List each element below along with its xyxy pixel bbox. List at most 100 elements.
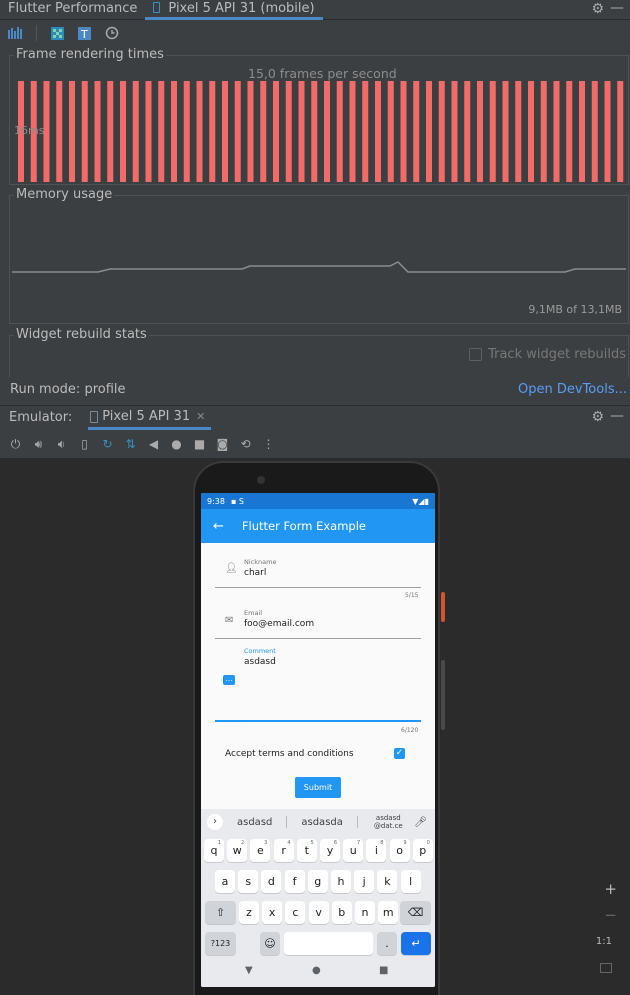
email-underline (215, 638, 421, 639)
key-m[interactable]: m (378, 901, 399, 924)
key-i[interactable]: i8 (366, 839, 387, 862)
frame-bar (234, 81, 241, 182)
frame-bar (528, 81, 534, 182)
volume-button[interactable] (441, 660, 445, 730)
open-devtools-link[interactable]: Open DevTools... (518, 382, 627, 397)
key-n[interactable]: n (355, 901, 375, 924)
frame-bar (273, 81, 279, 182)
key-y[interactable]: y6 (320, 839, 340, 862)
backspace-key[interactable]: ⌫ (400, 901, 431, 924)
nickname-counter: 5/15 (405, 592, 419, 599)
soft-keyboard: › asdasd asdasda asdasd @dat.ce 🎤︎ q1w2e… (201, 809, 435, 959)
key-w[interactable]: w2 (227, 839, 248, 862)
key-t[interactable]: t5 (296, 839, 317, 862)
frame-bar (349, 81, 356, 182)
key-z[interactable]: z (239, 901, 259, 924)
performance-overlay-icon[interactable] (8, 27, 22, 39)
zoom-in-icon[interactable]: + (604, 880, 617, 898)
debug-paint-icon[interactable] (51, 26, 64, 40)
zoom-actual-size[interactable]: 1:1 (596, 936, 612, 947)
key-q[interactable]: q1 (204, 839, 224, 862)
gear-icon[interactable]: ⚙ (591, 409, 604, 425)
key-c[interactable]: c (285, 901, 306, 924)
track-rebuilds-checkbox[interactable] (469, 348, 483, 361)
power-icon[interactable]: ⏻ (9, 437, 22, 452)
tab-device[interactable]: Pixel 5 API 31 (mobile) (145, 0, 323, 20)
rotate-landscape-icon[interactable]: ⇅ (124, 437, 137, 451)
tool-window-tabbar: Flutter Performance Pixel 5 API 31 (mobi… (0, 0, 630, 20)
key-f[interactable]: f (284, 870, 305, 893)
phone-icon (90, 410, 99, 423)
camera-lens (257, 476, 265, 484)
key-b[interactable]: b (331, 901, 352, 924)
power-button[interactable] (441, 592, 445, 622)
key-hint: 8 (380, 840, 384, 846)
back-arrow-icon[interactable]: ← (213, 519, 224, 534)
key-hint: 0 (426, 840, 430, 846)
text-baselines-icon[interactable]: T (78, 26, 91, 40)
gear-icon[interactable]: ⚙ (591, 1, 604, 17)
camera-icon[interactable]: ◙ (216, 437, 229, 451)
nav-recents-icon[interactable]: ■ (379, 965, 388, 976)
minimize-icon[interactable]: — (610, 0, 624, 16)
frame-bar (183, 81, 190, 182)
shift-key[interactable]: ⇧ (205, 901, 236, 924)
key-o[interactable]: o9 (389, 839, 410, 862)
nav-back-icon[interactable]: ▼ (245, 965, 253, 976)
key-h[interactable]: h (331, 870, 351, 893)
tab-flutter-performance[interactable]: Flutter Performance (0, 0, 145, 20)
nickname-field[interactable]: charl (244, 568, 266, 578)
tab-emulator-device[interactable]: Pixel 5 API 31 ✕ (88, 406, 212, 430)
key-j[interactable]: j (354, 870, 375, 893)
key-hint: 4 (287, 840, 291, 846)
email-field[interactable]: foo@email.com (244, 619, 314, 629)
key-hint: 7 (357, 840, 361, 846)
frame-bar (69, 81, 75, 182)
more-icon[interactable]: ⋮ (262, 437, 275, 451)
snapshot-icon[interactable]: ⟲ (239, 437, 252, 451)
key-g[interactable]: g (307, 870, 328, 893)
key-r[interactable]: r4 (273, 839, 294, 862)
volume-down-icon[interactable]: 🔉︎ (55, 437, 68, 452)
suggestion-2[interactable]: asdasda (301, 817, 343, 828)
back-icon[interactable]: ◀ (147, 437, 160, 451)
key-x[interactable]: x (262, 901, 283, 924)
frame-bar (362, 81, 369, 182)
key-p[interactable]: p0 (412, 839, 433, 862)
minimize-icon[interactable]: — (610, 408, 624, 424)
rotate-left-icon[interactable]: ▯ (78, 437, 91, 451)
submit-button[interactable]: Submit (295, 777, 341, 798)
home-icon[interactable]: ● (170, 437, 183, 451)
zoom-out-icon[interactable]: − (604, 906, 617, 924)
key-u[interactable]: u7 (343, 839, 364, 862)
suggestion-1[interactable]: asdasd (237, 817, 272, 828)
key-k[interactable]: k (377, 870, 398, 893)
frame-bar (260, 81, 267, 182)
accept-terms-checkbox[interactable]: ✓ (394, 748, 405, 759)
mic-icon[interactable]: 🎤︎ (414, 817, 427, 828)
suggestion-3[interactable]: asdasd @dat.ce (374, 814, 403, 830)
rotate-right-icon[interactable]: ↻ (101, 437, 114, 451)
volume-up-icon[interactable]: 🔊︎ (32, 437, 45, 452)
key-a[interactable]: a (215, 870, 235, 893)
key-s[interactable]: s (238, 870, 259, 893)
key-e[interactable]: e3 (250, 839, 271, 862)
comment-field[interactable]: asdasd (244, 657, 276, 667)
overview-icon[interactable]: ■ (193, 437, 206, 451)
period-key[interactable]: . (377, 932, 397, 955)
chevron-right-icon[interactable]: › (207, 814, 223, 830)
emulator-tab-label: Pixel 5 API 31 (102, 408, 191, 424)
zoom-fit-icon[interactable] (600, 963, 612, 973)
enter-key[interactable]: ↵ (401, 932, 431, 955)
track-widget-rebuilds[interactable]: Track widget rebuilds (469, 347, 626, 362)
key-d[interactable]: d (261, 870, 282, 893)
frame-bar (451, 81, 458, 182)
space-key[interactable] (284, 932, 373, 955)
nav-home-icon[interactable]: ● (312, 965, 321, 976)
slow-animations-icon[interactable] (105, 26, 119, 40)
emoji-key[interactable]: ☺ (260, 932, 280, 955)
close-icon[interactable]: ✕ (196, 410, 205, 423)
key-v[interactable]: v (308, 901, 329, 924)
symbols-key[interactable]: ?123 (205, 932, 236, 955)
key-l[interactable]: l (400, 870, 421, 893)
